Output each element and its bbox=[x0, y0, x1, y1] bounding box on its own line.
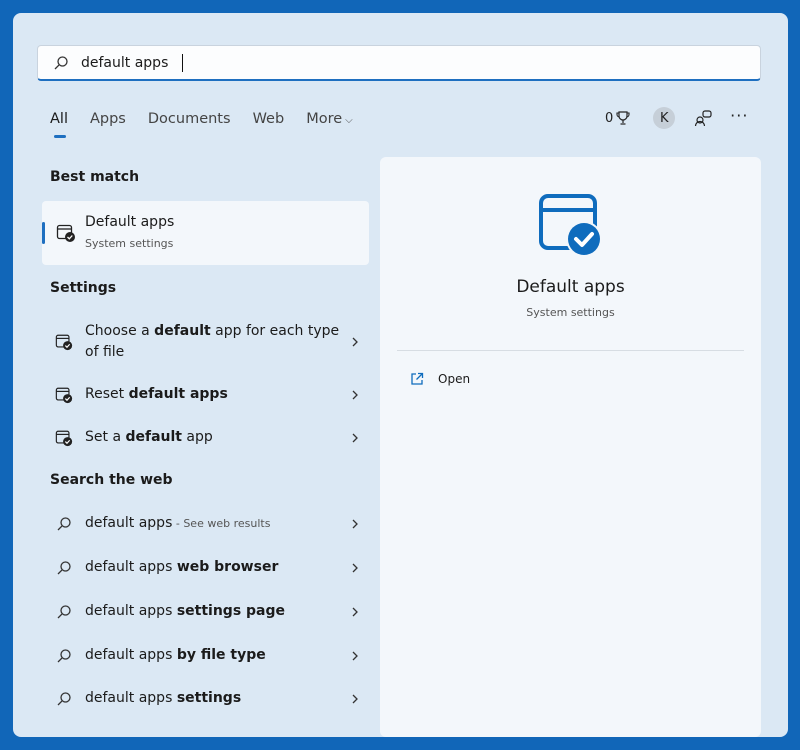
web-result-label: default apps by file type bbox=[85, 647, 266, 663]
tab-more-label: More bbox=[306, 111, 343, 127]
settings-item[interactable]: Set a default app bbox=[50, 427, 360, 448]
settings-item[interactable]: Choose a default app for each type of fi… bbox=[50, 321, 360, 363]
settings-item-label: Choose a default app for each type of fi… bbox=[85, 323, 340, 360]
search-web-heading: Search the web bbox=[50, 472, 173, 488]
more-options-icon[interactable]: ··· bbox=[729, 105, 749, 125]
header-actions: 0 K ··· bbox=[605, 105, 765, 129]
open-external-icon bbox=[410, 372, 424, 386]
default-apps-large-icon bbox=[538, 193, 604, 263]
settings-item[interactable]: Reset default apps bbox=[50, 384, 360, 405]
divider bbox=[397, 350, 744, 351]
web-result-item[interactable]: default apps by file type bbox=[50, 645, 360, 666]
web-result-item[interactable]: default apps - See web results bbox=[50, 513, 360, 534]
default-apps-icon bbox=[54, 332, 74, 352]
open-action[interactable]: Open bbox=[410, 372, 470, 386]
search-icon bbox=[54, 646, 74, 666]
default-apps-icon bbox=[56, 223, 76, 247]
chevron-right-icon bbox=[350, 562, 360, 574]
search-icon bbox=[54, 514, 74, 534]
search-box[interactable] bbox=[37, 45, 761, 81]
settings-heading: Settings bbox=[50, 280, 117, 296]
preview-subtitle: System settings bbox=[526, 306, 615, 319]
best-match-heading: Best match bbox=[50, 169, 140, 185]
filter-tabs: All Apps Documents Web More ⌵ bbox=[50, 111, 375, 138]
best-match-subtitle: System settings bbox=[85, 237, 174, 250]
tab-apps[interactable]: Apps bbox=[90, 111, 126, 127]
search-icon bbox=[54, 689, 74, 709]
tab-web[interactable]: Web bbox=[253, 111, 285, 127]
default-apps-icon bbox=[54, 428, 74, 448]
trophy-icon bbox=[616, 111, 630, 125]
points-count: 0 bbox=[605, 110, 614, 126]
open-label: Open bbox=[438, 372, 471, 386]
web-result-label: default apps - See web results bbox=[85, 515, 271, 531]
best-match-title: Default apps bbox=[85, 214, 175, 230]
preview-panel: Default apps System settings Open bbox=[380, 157, 761, 737]
preview-title: Default apps bbox=[516, 277, 625, 297]
web-result-item[interactable]: default apps settings bbox=[50, 688, 360, 709]
tab-all[interactable]: All bbox=[50, 111, 68, 138]
chevron-right-icon bbox=[350, 336, 360, 348]
chevron-right-icon bbox=[350, 389, 360, 401]
default-apps-icon bbox=[54, 385, 74, 405]
selection-indicator bbox=[42, 222, 45, 244]
tab-more[interactable]: More ⌵ bbox=[306, 111, 353, 127]
chevron-right-icon bbox=[350, 606, 360, 618]
chevron-down-icon: ⌵ bbox=[345, 115, 353, 126]
feedback-icon[interactable] bbox=[693, 108, 713, 128]
settings-item-label: Set a default app bbox=[85, 429, 213, 445]
start-search-panel: All Apps Documents Web More⌵ 0 K ··· Bes… bbox=[13, 13, 788, 737]
web-result-label: default apps settings page bbox=[85, 603, 286, 619]
search-icon bbox=[53, 55, 69, 71]
search-input[interactable] bbox=[79, 53, 723, 72]
web-result-item[interactable]: default apps settings page bbox=[50, 601, 360, 622]
avatar[interactable]: K bbox=[653, 107, 676, 129]
settings-item-label: Reset default apps bbox=[85, 386, 228, 402]
web-result-label: default apps web browser bbox=[85, 559, 279, 575]
chevron-right-icon bbox=[350, 432, 360, 444]
best-match-item[interactable]: Default apps System settings bbox=[42, 201, 369, 265]
web-result-item[interactable]: default apps web browser bbox=[50, 557, 360, 578]
search-icon bbox=[54, 558, 74, 578]
web-result-label: default apps settings bbox=[85, 690, 242, 706]
rewards-points[interactable]: 0 bbox=[605, 110, 631, 126]
tab-documents[interactable]: Documents bbox=[148, 111, 231, 127]
search-icon bbox=[54, 602, 74, 622]
chevron-right-icon bbox=[350, 693, 360, 705]
chevron-right-icon bbox=[350, 650, 360, 662]
text-caret bbox=[182, 54, 183, 72]
chevron-right-icon bbox=[350, 518, 360, 530]
